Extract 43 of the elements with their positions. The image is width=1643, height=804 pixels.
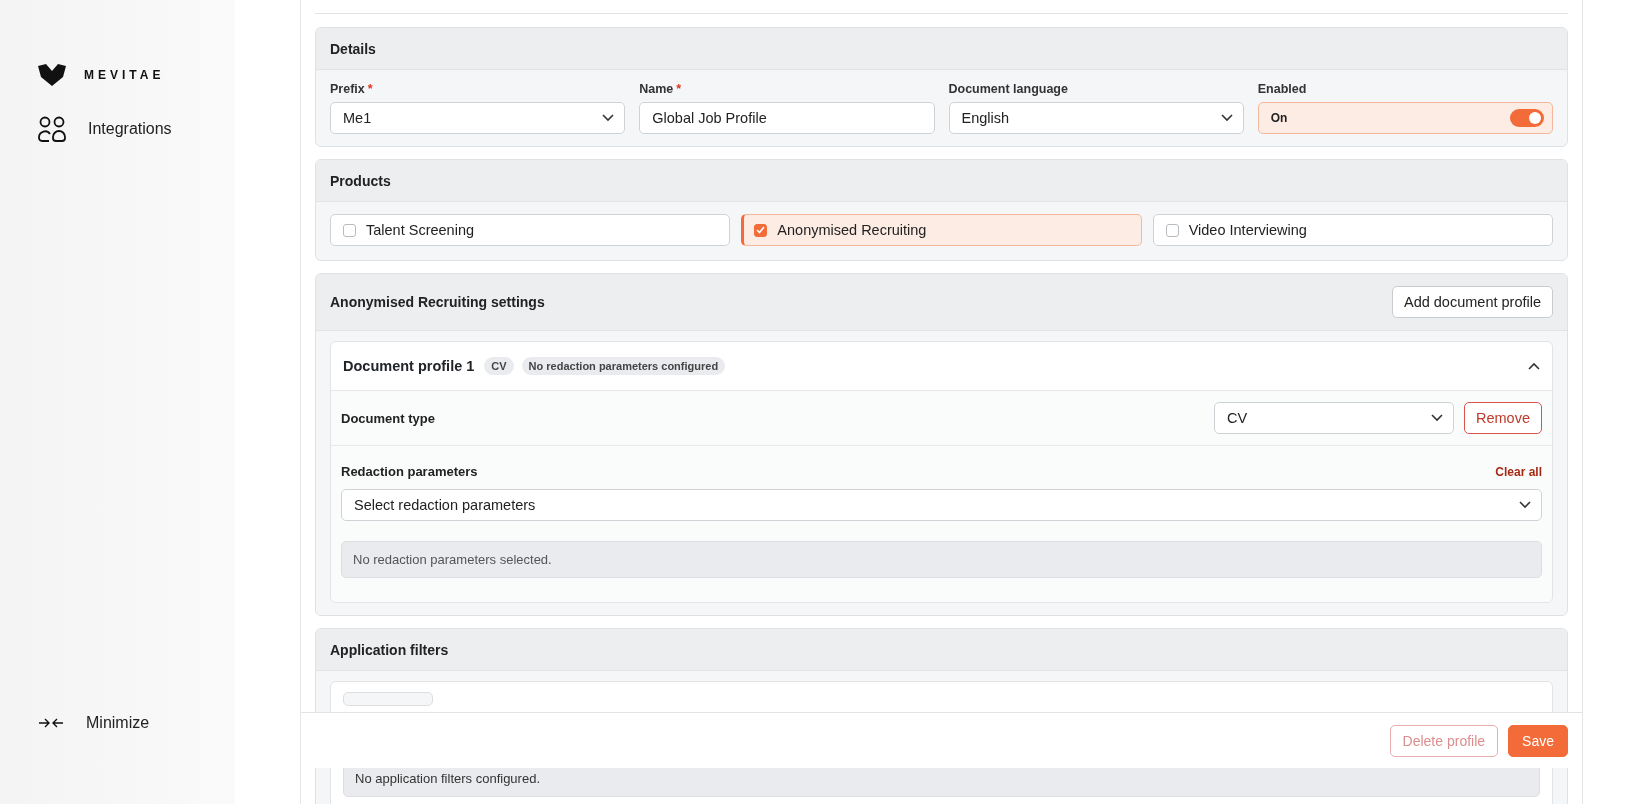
section-title: Details — [330, 40, 376, 57]
product-option[interactable]: Video Interviewing — [1152, 214, 1553, 246]
nav-item[interactable]: Integrations — [38, 112, 235, 146]
field-label: Document language — [948, 82, 1068, 96]
chevron-down-icon[interactable] — [1431, 414, 1443, 422]
select-field[interactable]: English — [948, 102, 1244, 134]
text-field[interactable]: Global Job Profile — [639, 102, 935, 134]
checkbox[interactable] — [754, 223, 768, 237]
select-field[interactable]: Select redaction parameters — [341, 489, 1542, 521]
status-badge: No redaction parameters configured — [521, 357, 726, 375]
clear-all-link[interactable]: Clear all — [1495, 464, 1542, 479]
brand-name: MEVITAE — [84, 68, 165, 82]
chevron-down-icon[interactable] — [602, 114, 615, 122]
add-document-profile-button[interactable]: Add document profile — [1391, 286, 1553, 318]
toggle-label: On — [1270, 111, 1288, 125]
checkbox[interactable] — [1165, 223, 1179, 237]
people-icon — [38, 116, 66, 142]
required-mark: * — [676, 82, 682, 96]
section-title: Products — [330, 172, 391, 189]
select-field[interactable]: Me1 — [330, 102, 626, 134]
field-label: Prefix — [330, 82, 365, 96]
toggle-switch[interactable] — [1510, 109, 1544, 127]
select-field[interactable]: CV — [1214, 402, 1454, 434]
logo-icon — [38, 64, 66, 86]
field-label: Enabled — [1257, 82, 1307, 96]
empty-message: No redaction parameters selected. — [341, 541, 1542, 578]
product-option[interactable]: Anonymised Recruiting — [741, 214, 1142, 246]
section-title: Application filters — [330, 641, 449, 658]
field-label: Name — [639, 82, 674, 96]
product-option[interactable]: Talent Screening — [330, 214, 731, 246]
collapse-arrows-icon — [38, 717, 64, 729]
remove-button[interactable]: Remove — [1464, 402, 1542, 434]
field-label: Redaction parameters — [341, 464, 478, 479]
chevron-up-icon[interactable] — [1528, 362, 1540, 370]
section-title: Anonymised Recruiting settings — [330, 294, 545, 310]
minimize-button[interactable]: Minimize — [38, 714, 235, 732]
profile-title: Document profile 1 — [343, 358, 475, 374]
field-label: Document type — [341, 410, 435, 426]
status-badge: CV — [484, 357, 514, 375]
checkbox[interactable] — [343, 223, 356, 237]
chevron-down-icon[interactable] — [1220, 114, 1233, 122]
chevron-down-icon[interactable] — [1519, 501, 1531, 509]
required-mark: * — [367, 82, 373, 96]
